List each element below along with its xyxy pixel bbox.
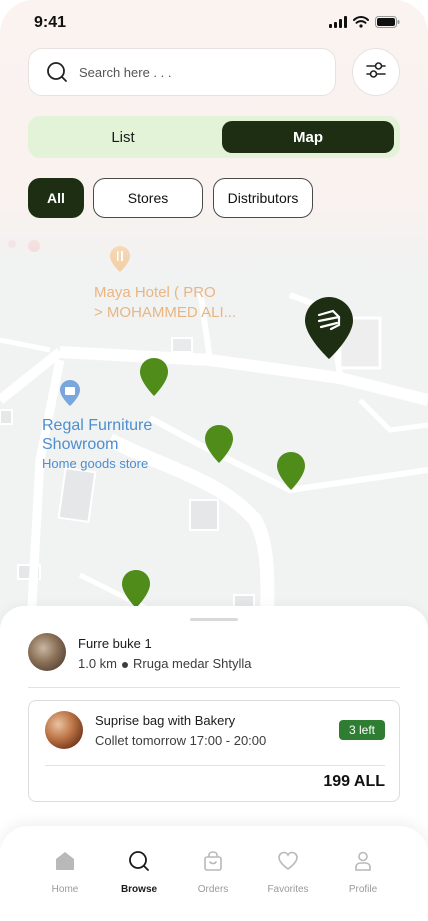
sliders-icon [364,58,388,87]
search-icon [126,848,152,874]
store-avatar [28,633,66,671]
tab-orders[interactable]: Orders [178,848,248,895]
poi-hotel-line1: Maya Hotel ( PRO [94,284,216,301]
heart-icon [275,848,301,874]
store-distance: 1.0 km [78,656,118,671]
chip-stores[interactable]: Stores [93,178,203,218]
view-toggle: List Map [28,116,400,158]
store-pin[interactable] [205,425,233,463]
tab-browse[interactable]: Browse [104,848,174,895]
wifi-icon [353,16,369,28]
battery-icon [375,16,400,28]
distributor-pin[interactable] [305,297,353,359]
tab-home-label: Home [51,884,79,895]
map-view-tab[interactable]: Map [222,121,394,153]
tab-profile[interactable]: Profile [328,848,398,895]
store-pin[interactable] [277,452,305,490]
home-icon [52,848,78,874]
tab-favorites-label: Favorites [267,884,309,895]
separator-dot [122,661,129,668]
map-poi-hotel-label[interactable]: Maya Hotel ( PRO > MOHAMMED ALI... [94,283,236,323]
bag-icon [200,848,226,874]
store-meta: 1.0 km Rruga medar Shtylla [78,656,252,671]
offer-divider [45,765,385,766]
sheet-drag-handle[interactable] [190,618,238,621]
list-view-tab[interactable]: List [28,116,218,158]
tab-orders-label: Orders [197,884,229,895]
search-input[interactable] [79,64,299,80]
tab-browse-label: Browse [120,884,158,895]
stock-badge: 3 left [339,720,385,740]
filter-button[interactable] [352,48,400,96]
poi-furniture-line1: Regal Furniture [42,417,153,434]
tab-home[interactable]: Home [30,848,100,895]
tab-favorites[interactable]: Favorites [253,848,323,895]
filter-chips: All Stores Distributors [28,178,400,218]
status-bar: 9:41 [0,0,428,46]
store-pin[interactable] [140,358,168,396]
tab-bar: Home Browse Orders Favorites Profile [0,826,428,921]
poi-hotel-line2: > MOHAMMED ALI... [94,304,237,321]
offer-pickup-time: Collet tomorrow 17:00 - 20:00 [95,733,267,748]
person-icon [350,848,376,874]
offer-title: Suprise bag with Bakery [95,713,236,728]
poi-furniture-line2: Showroom [42,436,119,453]
chip-distributors[interactable]: Distributors [213,178,313,218]
tab-profile-label: Profile [348,884,378,895]
offer-card[interactable]: Suprise bag with Bakery Collet tomorrow … [28,700,400,802]
signal-icon [329,16,347,28]
phone-screen: Maya Hotel ( PRO > MOHAMMED ALI... Regal… [0,0,428,921]
store-name[interactable]: Furre buke 1 [78,636,152,651]
status-time: 9:41 [34,14,67,31]
offer-thumbnail [45,711,83,749]
store-address: Rruga medar Shtylla [133,656,252,671]
store-pin[interactable] [122,570,150,608]
status-icons [329,16,400,28]
search-icon [45,60,69,84]
map-poi-furniture-label[interactable]: Regal Furniture Showroom Home goods stor… [42,416,152,473]
chip-all[interactable]: All [28,178,84,218]
divider [28,687,400,688]
offer-price: 199 ALL [323,773,385,790]
poi-furniture-subtitle: Home goods store [42,456,149,471]
search-bar[interactable] [28,48,336,96]
